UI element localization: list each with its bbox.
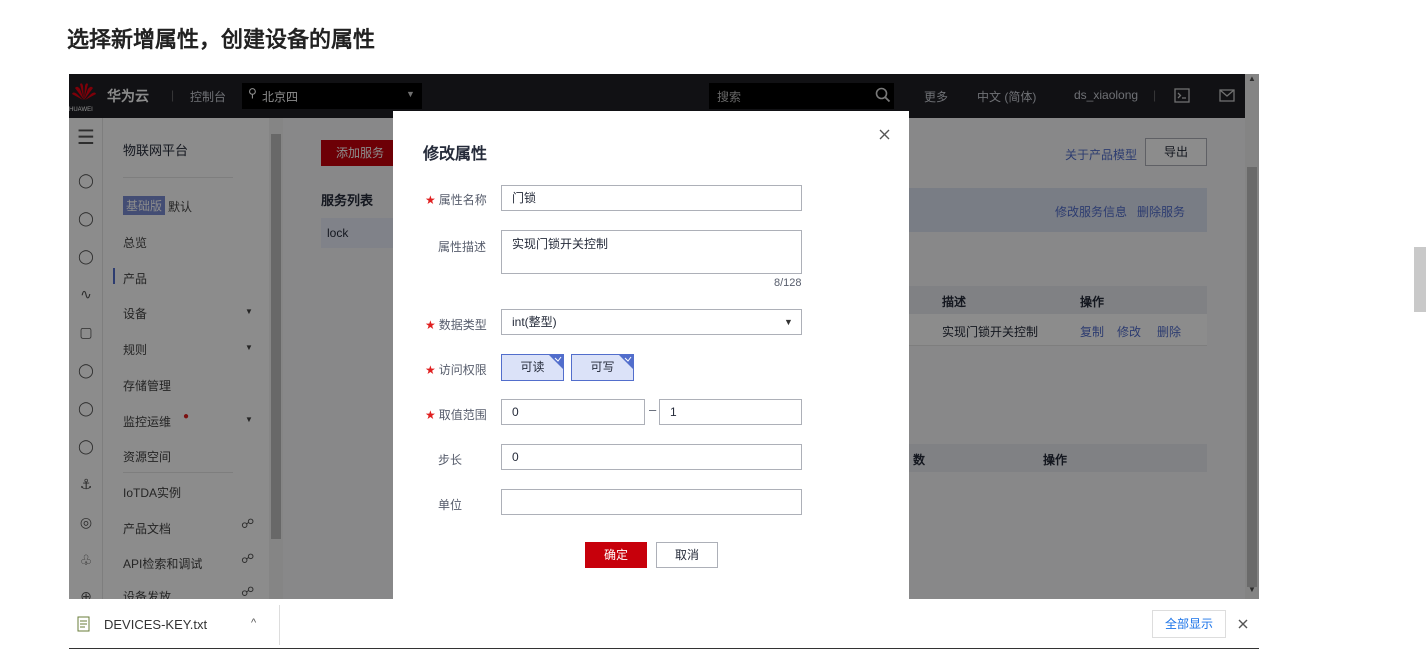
range-max-input[interactable]: 1 — [659, 399, 802, 425]
access-read-label: 可读 — [520, 360, 545, 374]
unit-label: 单位 — [438, 498, 463, 512]
name-label: ★ 属性名称 — [425, 191, 487, 208]
range-label-text: 取值范围 — [438, 408, 487, 422]
data-type-select[interactable]: int(整型) ▼ — [501, 309, 802, 335]
console-screenshot: HUAWEI 华为云 | 控制台 ⚲ 北京四 ▼ 搜索 更多 中文 (简体) d… — [69, 74, 1259, 599]
access-read-toggle[interactable]: 可读 — [501, 354, 564, 381]
access-label: ★ 访问权限 — [425, 361, 487, 378]
edit-property-dialog: 修改属性 ★ 属性名称 门锁 属性描述 实现门锁开关控制 8/128 ★ 数据类型 … — [393, 111, 909, 599]
step-label: 步长 — [438, 453, 463, 467]
confirm-button[interactable]: 确定 — [585, 542, 647, 568]
required-mark: ★ — [425, 318, 436, 332]
close-icon[interactable] — [1238, 619, 1248, 629]
step-input[interactable]: 0 — [501, 444, 802, 470]
chevron-up-icon[interactable]: ^ — [251, 617, 256, 629]
text-file-icon — [77, 616, 90, 632]
name-label-text: 属性名称 — [438, 193, 487, 207]
download-file-name[interactable]: DEVICES-KEY.txt — [104, 617, 207, 632]
data-type-value: int(整型) — [512, 315, 557, 329]
unit-input[interactable] — [501, 489, 802, 515]
desc-label: 属性描述 — [438, 240, 487, 254]
dialog-title: 修改属性 — [423, 146, 488, 163]
property-desc-textarea[interactable]: 实现门锁开关控制 — [501, 230, 802, 274]
type-label: ★ 数据类型 — [425, 316, 487, 333]
required-mark: ★ — [425, 408, 436, 422]
check-corner-icon — [549, 355, 563, 369]
range-min-input[interactable]: 0 — [501, 399, 645, 425]
property-name-input[interactable]: 门锁 — [501, 185, 802, 211]
check-corner-icon — [619, 355, 633, 369]
range-separator: – — [649, 402, 657, 417]
download-bar: DEVICES-KEY.txt ^ 全部显示 — [69, 601, 1259, 649]
show-all-button[interactable]: 全部显示 — [1152, 610, 1226, 638]
chevron-down-icon: ▼ — [784, 317, 793, 327]
required-mark: ★ — [425, 193, 436, 207]
cancel-button[interactable]: 取消 — [656, 542, 718, 568]
access-write-label: 可写 — [590, 360, 615, 374]
page-heading: 选择新增属性，创建设备的属性 — [67, 28, 376, 53]
access-write-toggle[interactable]: 可写 — [571, 354, 634, 381]
side-handle[interactable] — [1414, 247, 1426, 312]
access-label-text: 访问权限 — [438, 363, 487, 377]
download-divider — [279, 605, 280, 645]
required-mark: ★ — [425, 363, 436, 377]
close-icon[interactable] — [879, 129, 890, 140]
desc-char-count: 8/128 — [774, 277, 802, 289]
range-label: ★ 取值范围 — [425, 406, 487, 423]
type-label-text: 数据类型 — [438, 318, 487, 332]
